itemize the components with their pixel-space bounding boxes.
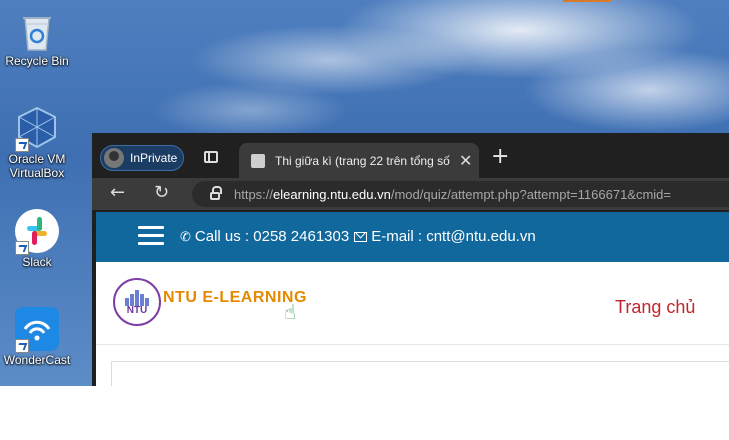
contact-info: ✆ Call us : 0258 2461303 E-mail : cntt@ntu… [180, 228, 536, 245]
virtualbox-icon [13, 104, 61, 152]
logo-bars [125, 290, 151, 306]
taskbar-edge [563, 0, 611, 2]
desktop-icon-slack[interactable]: Slack [0, 207, 79, 269]
address-bar[interactable]: https://elearning.ntu.edu.vn/mod/quiz/at… [192, 181, 729, 207]
pointer-hand-icon: ☝ [284, 300, 297, 324]
phone-text: Call us : 0258 2461303 [194, 228, 350, 245]
desktop-icon-label: WonderCast [3, 353, 71, 367]
browser-window: InPrivate Thi giữa kì (trang 22 trên tổn… [92, 133, 729, 386]
desktop-icon-recycle-bin[interactable]: Recycle Bin [0, 6, 79, 68]
slack-icon [13, 207, 61, 255]
url-text: https://elearning.ntu.edu.vn/mod/quiz/at… [234, 187, 671, 202]
recycle-bin-icon [13, 6, 61, 54]
tab-title: Thi giữa kì (trang 22 trên tổng số [275, 153, 450, 168]
url-prefix: https:// [234, 186, 274, 202]
shortcut-arrow-icon [15, 138, 29, 152]
favicon-icon [251, 153, 265, 168]
back-button[interactable]: ← [110, 183, 125, 203]
desktop-icon-wondercast[interactable]: WonderCast [0, 305, 79, 367]
web-page: ✆ Call us : 0258 2461303 E-mail : cntt@ntu… [96, 212, 729, 386]
mail-icon [354, 232, 368, 242]
desktop-icon-label-line2: VirtualBox [9, 166, 65, 180]
screen-blank-area [0, 386, 729, 440]
url-path: /mod/quiz/attempt.php?attempt=1166671&cm… [390, 186, 672, 202]
email-text: E-mail : cntt@ntu.edu.vn [371, 228, 536, 245]
desktop-icon-label: Recycle Bin [5, 54, 69, 68]
inprivate-label: InPrivate [130, 151, 178, 165]
wondercast-icon [13, 305, 61, 353]
ntu-logo[interactable]: NTU [113, 278, 161, 326]
refresh-button[interactable]: ↻ [154, 183, 169, 203]
phone-icon: ✆ [180, 229, 191, 244]
contact-bar: ✆ Call us : 0258 2461303 E-mail : cntt@ntu… [96, 212, 729, 262]
content-card [111, 361, 729, 386]
inprivate-profile-button[interactable]: InPrivate [100, 145, 184, 171]
desktop-icon-label: Slack [22, 255, 52, 269]
desktop-icon-virtualbox[interactable]: Oracle VM VirtualBox [0, 104, 79, 180]
close-tab-icon[interactable]: ✕ [459, 151, 472, 171]
browser-toolbar: ← ↻ https://elearning.ntu.edu.vn/mod/qui… [92, 178, 729, 210]
desktop-icon-label-line1: Oracle VM [8, 152, 66, 166]
nav-home-link[interactable]: Trang chủ [615, 297, 695, 318]
tab-active[interactable]: Thi giữa kì (trang 22 trên tổng số ✕ [239, 143, 479, 178]
desktop-wallpaper: Recycle Bin Oracle VM VirtualBox Slack W… [0, 0, 729, 386]
desktop-icon-label: Oracle VM VirtualBox [0, 152, 79, 180]
tab-actions-icon[interactable] [204, 151, 218, 163]
shortcut-arrow-icon [15, 339, 29, 353]
menu-icon[interactable] [138, 226, 164, 246]
tab-bar: InPrivate Thi giữa kì (trang 22 trên tổn… [92, 133, 729, 178]
avatar-icon [104, 148, 124, 168]
lock-icon[interactable] [210, 186, 222, 200]
url-host: elearning.ntu.edu.vn [273, 186, 391, 202]
new-tab-button[interactable]: + [491, 146, 509, 168]
logo-text: NTU [126, 305, 148, 316]
shortcut-arrow-icon [15, 241, 29, 255]
header-divider [96, 344, 729, 345]
